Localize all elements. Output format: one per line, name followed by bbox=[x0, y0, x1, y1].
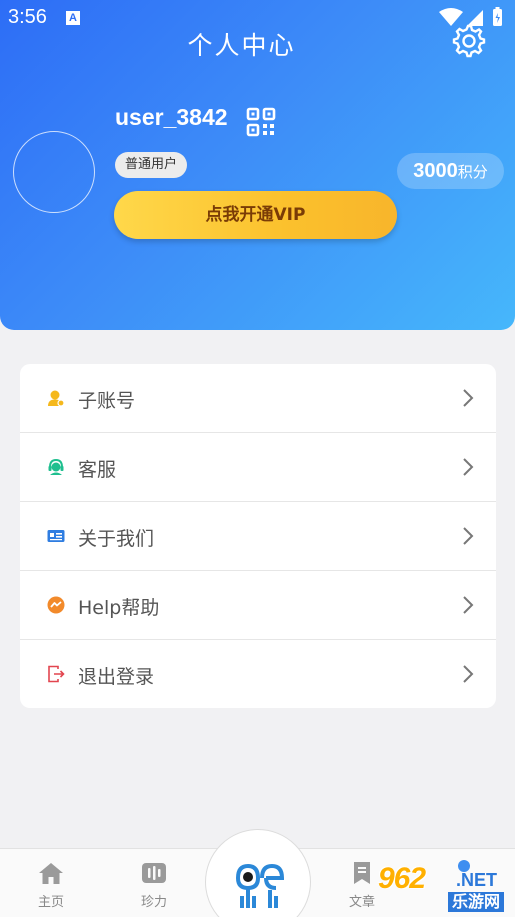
tab-power[interactable]: 珍力 bbox=[114, 849, 194, 917]
app-logo-icon bbox=[235, 863, 285, 908]
page-title: 个人中心 bbox=[187, 31, 296, 60]
user-level-badge: 普通用户 bbox=[115, 152, 188, 178]
menu-item-customer-service[interactable]: 客服 bbox=[20, 433, 496, 502]
equalizer-icon bbox=[142, 863, 166, 883]
menu-list: 子账号 客服 关于我们 Help帮助 退出登录 bbox=[20, 364, 496, 708]
watermark-domain: .NET bbox=[456, 870, 498, 890]
help-chat-icon bbox=[47, 596, 65, 614]
gear-icon[interactable] bbox=[450, 22, 486, 58]
watermark-number: 962 bbox=[378, 862, 426, 895]
menu-item-about-us[interactable]: 关于我们 bbox=[20, 502, 496, 571]
menu-item-sub-account[interactable]: 子账号 bbox=[20, 364, 496, 433]
customer-service-icon bbox=[48, 458, 64, 475]
open-vip-button[interactable]: 点我开通VIP bbox=[114, 191, 397, 239]
watermark-subtitle: 乐游网 bbox=[448, 892, 505, 912]
tab-label: 珍力 bbox=[140, 895, 167, 910]
qr-code-icon[interactable] bbox=[246, 107, 276, 137]
points-display[interactable]: 3000积分 bbox=[397, 153, 504, 189]
chevron-right-icon bbox=[463, 458, 474, 476]
profile-header: 3:56 A 个人中心 user_3842 普通用户 3000积分 点我开通VI… bbox=[0, 0, 515, 330]
chevron-right-icon bbox=[463, 665, 474, 683]
menu-item-label: Help帮助 bbox=[78, 597, 160, 619]
menu-item-logout[interactable]: 退出登录 bbox=[20, 640, 496, 708]
home-icon bbox=[39, 863, 63, 884]
about-card-icon bbox=[47, 530, 65, 542]
logout-icon bbox=[48, 665, 65, 683]
site-watermark: 962 .NET 乐游网 bbox=[376, 856, 515, 917]
points-unit: 积分 bbox=[457, 163, 488, 181]
bookmark-doc-icon bbox=[354, 862, 370, 884]
center-logo-button[interactable] bbox=[205, 829, 311, 917]
sub-account-icon bbox=[48, 390, 65, 407]
chevron-right-icon bbox=[463, 389, 474, 407]
menu-item-help[interactable]: Help帮助 bbox=[20, 571, 496, 640]
username: user_3842 bbox=[115, 104, 228, 130]
avatar[interactable] bbox=[13, 131, 95, 213]
notification-icon: A bbox=[66, 11, 80, 25]
points-value: 3000 bbox=[413, 160, 458, 182]
menu-item-label: 退出登录 bbox=[78, 666, 155, 688]
menu-item-label: 子账号 bbox=[78, 390, 136, 412]
tab-home[interactable]: 主页 bbox=[11, 849, 91, 917]
chevron-right-icon bbox=[463, 527, 474, 545]
menu-item-label: 客服 bbox=[78, 459, 117, 481]
tab-label: 主页 bbox=[37, 895, 64, 910]
menu-item-label: 关于我们 bbox=[78, 528, 155, 550]
chevron-right-icon bbox=[463, 596, 474, 614]
